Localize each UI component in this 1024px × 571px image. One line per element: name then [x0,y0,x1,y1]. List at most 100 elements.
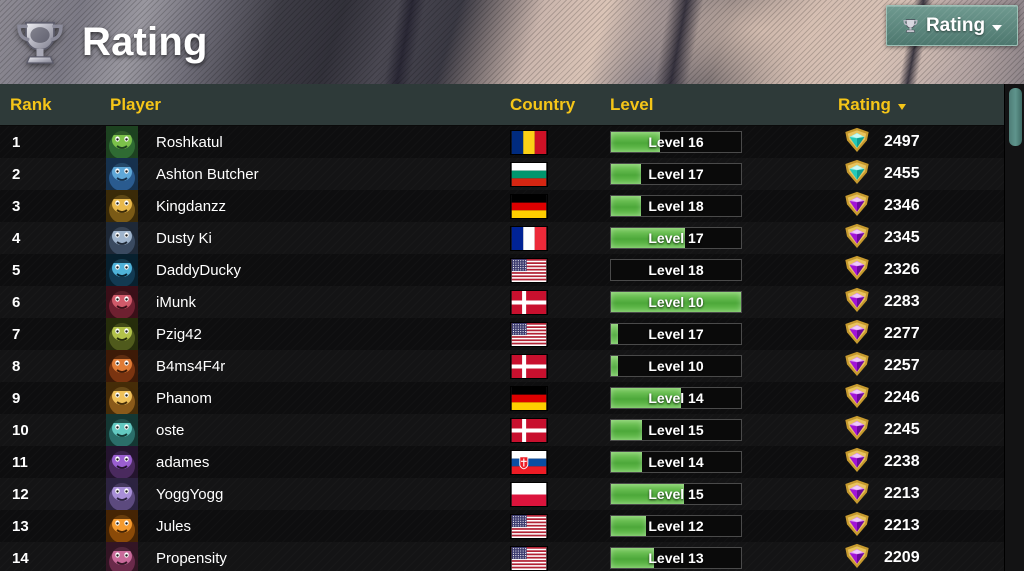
table-row[interactable]: 14 Propensity Level 13 2209 [0,542,1004,571]
cell-rating: 2455 [884,165,920,182]
country-flag-icon [510,545,548,571]
page-title-group: Rating [12,0,208,84]
avatar [106,382,138,414]
country-flag-icon [510,353,548,379]
cell-rank: 4 [12,229,21,247]
table-row[interactable]: 11 adames Level 14 2238 [0,446,1004,478]
table-row[interactable]: 10 oste Level 15 2245 [0,414,1004,446]
table-row[interactable]: 1 Roshkatul Level 16 2497 [0,126,1004,158]
rank-gem-icon [840,287,874,317]
cell-player-name[interactable]: Kingdanzz [156,198,226,215]
rating-table: 1 Roshkatul Level 16 2497 2 Ashton Butch… [0,126,1024,571]
cell-rank: 1 [12,133,21,151]
country-flag-icon [510,513,548,539]
cell-rating: 2346 [884,197,920,214]
level-progress-bar: Level 18 [610,259,742,281]
cell-player-name[interactable]: iMunk [156,294,196,311]
rank-gem-icon [840,383,874,413]
level-label: Level 17 [648,230,704,246]
table-row[interactable]: 3 Kingdanzz Level 18 2346 [0,190,1004,222]
country-flag-icon [510,481,548,507]
cell-rating: 2246 [884,389,920,406]
table-row[interactable]: 9 Phanom Level 14 2246 [0,382,1004,414]
cell-rank: 6 [12,293,21,311]
country-flag-icon [510,129,548,155]
cell-rank: 12 [12,485,29,503]
table-row[interactable]: 13 Jules Level 12 2213 [0,510,1004,542]
rank-gem-icon [840,479,874,509]
rank-gem-icon [840,127,874,157]
avatar [106,414,138,446]
column-header-rank: Rank [10,94,52,114]
cell-player-name[interactable]: oste [156,422,184,439]
column-header-country: Country [510,94,576,114]
cell-rating: 2213 [884,517,920,534]
banner-decor-streak [374,0,432,84]
table-row[interactable]: 4 Dusty Ki Level 17 2345 [0,222,1004,254]
cell-player-name[interactable]: Ashton Butcher [156,166,259,183]
rating-dropdown-button[interactable]: Rating [886,5,1018,46]
vertical-scrollbar[interactable] [1004,84,1024,571]
country-flag-icon [510,321,548,347]
avatar [106,446,138,478]
banner-decor-streak [645,0,709,84]
rank-gem-icon [840,543,874,571]
level-progress-bar: Level 14 [610,387,742,409]
cell-rank: 8 [12,357,21,375]
country-flag-icon [510,225,548,251]
table-row[interactable]: 6 iMunk Level 10 2283 [0,286,1004,318]
cell-player-name[interactable]: Roshkatul [156,134,223,151]
level-progress-bar: Level 15 [610,419,742,441]
table-row[interactable]: 7 Pzig42 Level 17 2277 [0,318,1004,350]
cell-player-name[interactable]: adames [156,454,209,471]
level-label: Level 15 [648,486,704,502]
level-progress-bar: Level 13 [610,547,742,569]
chevron-down-icon [897,103,906,110]
cell-player-name[interactable]: DaddyDucky [156,262,241,279]
column-header-rating-label: Rating [838,94,891,114]
cell-rating: 2245 [884,421,920,438]
avatar [106,350,138,382]
table-row[interactable]: 8 B4ms4F4r Level 10 2257 [0,350,1004,382]
rank-gem-icon [840,319,874,349]
level-label: Level 14 [648,454,704,470]
cell-player-name[interactable]: Propensity [156,550,227,567]
column-header-rating-sort[interactable]: Rating [838,95,906,115]
cell-rank: 5 [12,261,21,279]
level-label: Level 17 [648,326,704,342]
cell-rating: 2326 [884,261,920,278]
rank-gem-icon [840,415,874,445]
level-label: Level 15 [648,422,704,438]
cell-player-name[interactable]: Jules [156,518,191,535]
level-progress-bar: Level 17 [610,163,742,185]
cell-rating: 2257 [884,357,920,374]
column-header-level: Level [610,94,654,114]
cell-rank: 11 [12,453,28,471]
level-label: Level 10 [648,358,704,374]
avatar [106,318,138,350]
cell-rating: 2213 [884,485,920,502]
cell-rating: 2209 [884,549,920,566]
scrollbar-thumb[interactable] [1009,88,1022,146]
cell-rank: 3 [12,197,21,215]
rank-gem-icon [840,255,874,285]
level-label: Level 18 [648,262,704,278]
cell-rank: 9 [12,389,21,407]
table-row[interactable]: 5 DaddyDucky Level 18 2326 [0,254,1004,286]
country-flag-icon [510,385,548,411]
cell-rank: 7 [12,325,21,343]
cell-player-name[interactable]: Pzig42 [156,326,202,343]
avatar [106,254,138,286]
rank-gem-icon [840,191,874,221]
rank-gem-icon [840,511,874,541]
rank-gem-icon [840,159,874,189]
table-row[interactable]: 2 Ashton Butcher Level 17 2455 [0,158,1004,190]
country-flag-icon [510,161,548,187]
cell-player-name[interactable]: YoggYogg [156,486,223,503]
cell-player-name[interactable]: B4ms4F4r [156,358,225,375]
table-row[interactable]: 12 YoggYogg Level 15 2213 [0,478,1004,510]
cell-player-name[interactable]: Phanom [156,390,212,407]
avatar [106,190,138,222]
rank-gem-icon [840,447,874,477]
cell-player-name[interactable]: Dusty Ki [156,230,212,247]
